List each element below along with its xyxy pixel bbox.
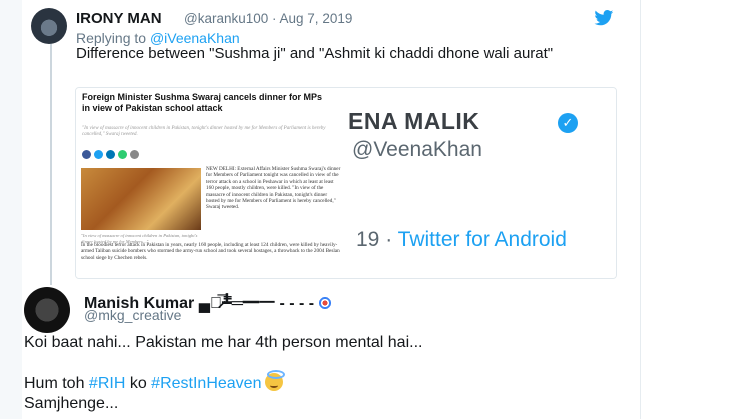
reply-line-2: Hum toh #RIH ko #RestInHeaven: [24, 370, 286, 394]
twitter-share-icon: [94, 150, 103, 159]
bg-profile-handle: @VeenaKhan: [352, 138, 482, 161]
target-emoji-icon: [318, 296, 333, 310]
tweet-date[interactable]: · Aug 7, 2019: [272, 11, 352, 26]
bg-profile-name: ENA MALIK: [348, 108, 480, 134]
whatsapp-share-icon: [118, 150, 127, 159]
article-body-text: In the bloodiest terror attack in Pakist…: [81, 242, 340, 261]
facebook-share-icon: [82, 150, 91, 159]
handle-text[interactable]: @karanku100: [184, 11, 268, 26]
halo-smile-emoji-icon: [265, 370, 286, 391]
left-gutter: [0, 0, 22, 419]
avatar-manish-kumar[interactable]: [24, 287, 70, 333]
article-subtitle: "In view of massacre of innocent childre…: [82, 126, 326, 137]
reply-line-2-prefix: Hum toh: [24, 375, 89, 392]
hashtag-rih-link[interactable]: #RIH: [89, 375, 125, 392]
article-column-text: NEW DELHI: External Affairs Minister Sus…: [206, 166, 341, 211]
bg-source-app: Twitter for Android: [397, 228, 567, 251]
bg-handle-text: VeenaKhan: [373, 138, 482, 161]
tweet-media-image[interactable]: ENA MALIK ✓ @VeenaKhan 19 · Twitter for …: [75, 87, 617, 279]
article-photo: [81, 168, 201, 230]
reply-line-1: Koi baat nahi... Pakistan me har 4th per…: [24, 334, 423, 351]
twitter-bird-icon[interactable]: [594, 10, 614, 26]
verified-badge-icon: ✓: [558, 113, 578, 133]
author-handle[interactable]: @karanku100 · Aug 7, 2019: [184, 11, 352, 26]
news-article-screenshot: Foreign Minister Sushma Swaraj cancels d…: [76, 88, 346, 278]
author-name[interactable]: IRONY MAN: [76, 10, 162, 27]
author-handle-2[interactable]: @mkg_creative: [84, 307, 181, 323]
reply-line-2-mid: ko: [125, 375, 152, 392]
bg-tweet-source: 19 · Twitter for Android: [356, 228, 567, 252]
thread-line: [50, 40, 52, 285]
hashtag-restinheaven-link[interactable]: #RestInHeaven: [151, 375, 261, 392]
email-share-icon: [130, 150, 139, 159]
reply-line-3: Samjhenge...: [24, 395, 119, 412]
avatar-irony-man[interactable]: [31, 8, 67, 44]
linkedin-share-icon: [106, 150, 115, 159]
tweet-text: Difference between "Sushma ji" and "Ashm…: [76, 45, 554, 62]
article-title: Foreign Minister Sushma Swaraj cancels d…: [82, 92, 323, 113]
bg-source-num: 19 ·: [356, 228, 398, 251]
right-sidebar: [640, 0, 730, 419]
